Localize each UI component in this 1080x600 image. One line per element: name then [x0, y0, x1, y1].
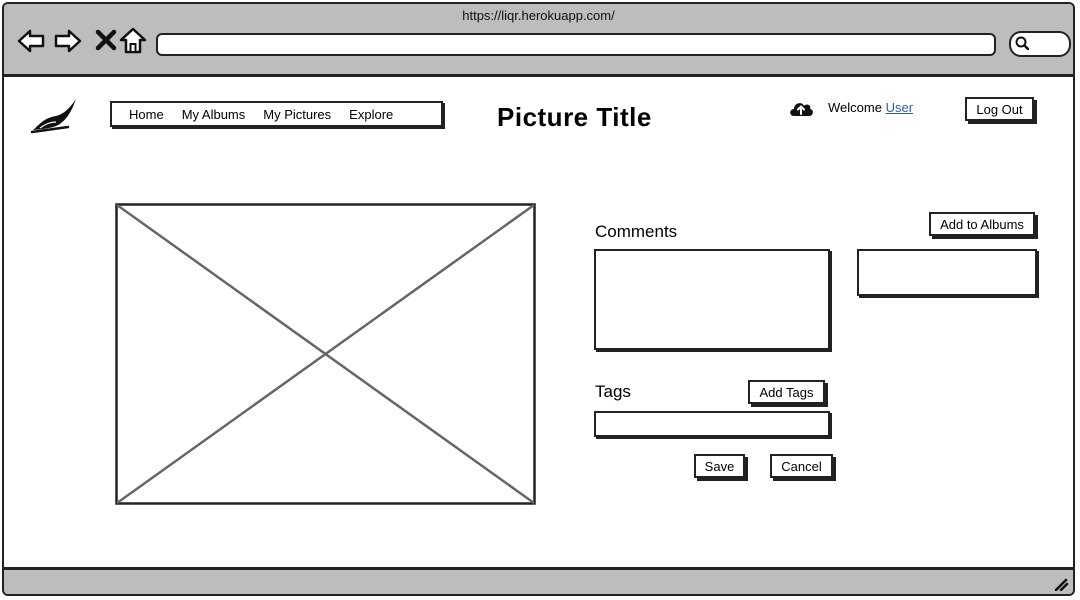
albums-field[interactable]: [857, 249, 1037, 296]
back-arrow-icon[interactable]: [16, 26, 46, 56]
add-to-albums-button[interactable]: Add to Albums: [929, 212, 1035, 236]
cancel-button[interactable]: Cancel: [770, 454, 833, 478]
main-nav: Home My Albums My Pictures Explore: [110, 101, 443, 127]
page-title: Picture Title: [497, 102, 652, 132]
address-bar[interactable]: [156, 33, 996, 56]
tags-input[interactable]: [594, 411, 830, 437]
nav-link-home[interactable]: Home: [129, 107, 164, 122]
add-tags-button[interactable]: Add Tags: [748, 380, 825, 404]
search-icon: [1015, 36, 1029, 50]
welcome-prefix: Welcome: [828, 100, 882, 115]
image-placeholder-icon: [115, 203, 536, 505]
nav-link-explore[interactable]: Explore: [349, 107, 393, 122]
tags-label: Tags: [595, 382, 631, 401]
resize-grip-icon[interactable]: [1053, 577, 1069, 591]
feather-logo-icon[interactable]: [30, 94, 80, 136]
comments-textarea[interactable]: [594, 249, 830, 350]
browser-search-field[interactable]: [1009, 31, 1071, 57]
home-icon[interactable]: [118, 26, 148, 56]
status-bar: [4, 567, 1073, 594]
browser-toolbar: https://liqr.herokuapp.com/: [4, 4, 1073, 77]
url-text: https://liqr.herokuapp.com/: [462, 8, 615, 23]
forward-arrow-icon[interactable]: [53, 26, 83, 56]
comments-label: Comments: [595, 222, 678, 241]
cloud-upload-icon[interactable]: [788, 98, 814, 118]
save-button[interactable]: Save: [694, 454, 745, 478]
user-link[interactable]: User: [886, 100, 913, 115]
welcome-text: Welcome User: [828, 100, 913, 115]
logout-button[interactable]: Log Out: [965, 97, 1034, 121]
nav-link-my-pictures[interactable]: My Pictures: [263, 107, 331, 122]
nav-link-my-albums[interactable]: My Albums: [182, 107, 246, 122]
